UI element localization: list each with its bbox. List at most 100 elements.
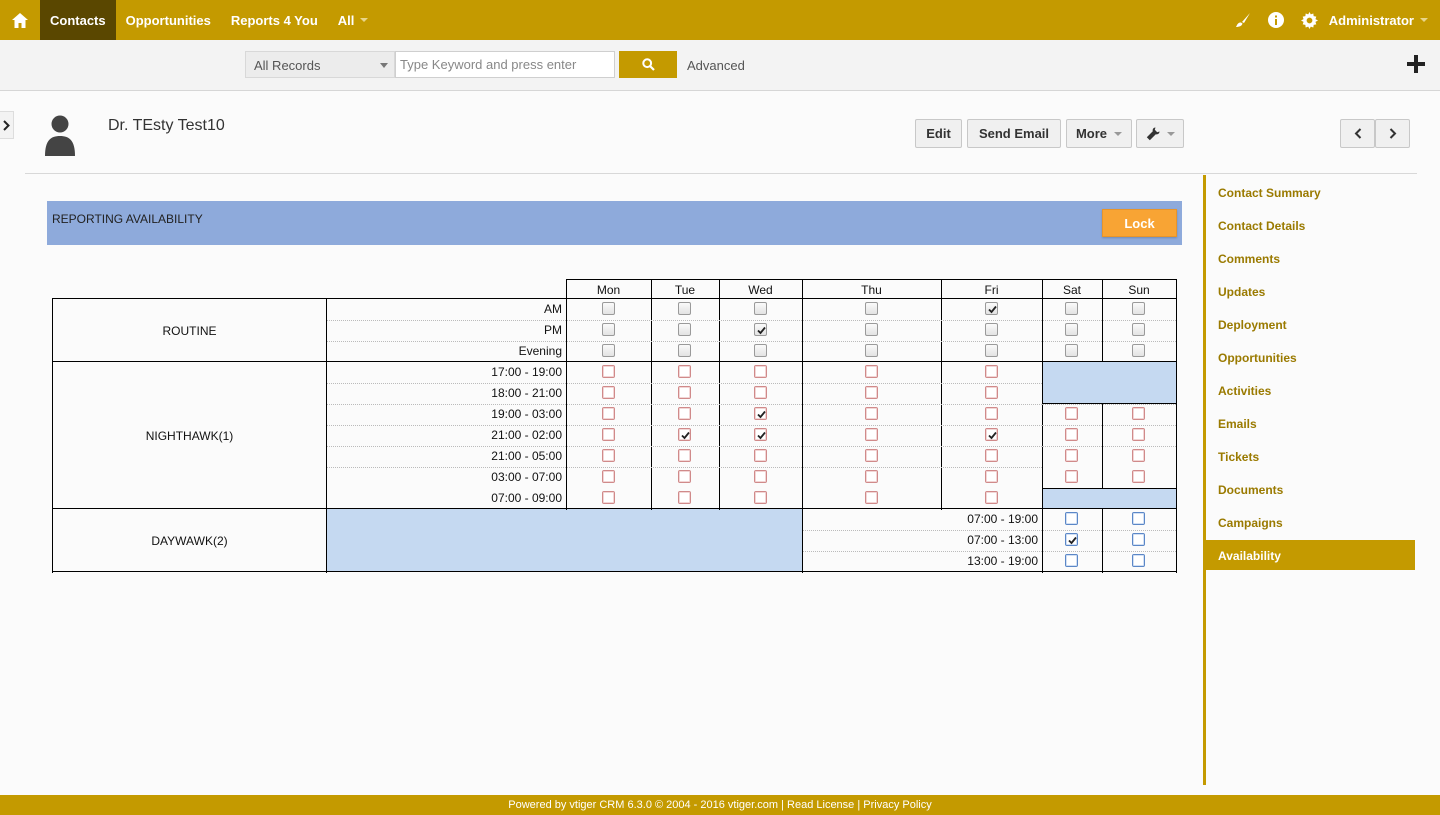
availability-checkbox[interactable]: [602, 344, 615, 357]
sidebar-item-opportunities[interactable]: Opportunities: [1218, 351, 1297, 365]
sidebar-item-tickets[interactable]: Tickets: [1218, 450, 1259, 464]
availability-checkbox[interactable]: [1132, 323, 1145, 336]
sidebar-item-emails[interactable]: Emails: [1218, 417, 1257, 431]
home-icon[interactable]: [0, 0, 40, 40]
availability-checkbox[interactable]: [754, 302, 767, 315]
availability-checkbox[interactable]: [602, 449, 615, 462]
availability-checkbox[interactable]: [678, 344, 691, 357]
availability-checkbox[interactable]: [678, 365, 691, 378]
availability-checkbox[interactable]: [985, 386, 998, 399]
availability-checkbox[interactable]: [1065, 449, 1078, 462]
next-record-button[interactable]: [1375, 119, 1410, 148]
search-filter-select[interactable]: All Records: [245, 51, 395, 78]
search-button[interactable]: [619, 51, 677, 78]
availability-checkbox[interactable]: [985, 491, 998, 504]
availability-checkbox[interactable]: [754, 428, 767, 441]
availability-checkbox[interactable]: [865, 407, 878, 420]
sidebar-item-updates[interactable]: Updates: [1218, 285, 1265, 299]
availability-checkbox[interactable]: [1132, 470, 1145, 483]
availability-checkbox[interactable]: [865, 365, 878, 378]
lock-button[interactable]: Lock: [1102, 209, 1177, 237]
sidebar-toggle[interactable]: [0, 111, 14, 139]
availability-checkbox[interactable]: [985, 407, 998, 420]
previous-record-button[interactable]: [1340, 119, 1375, 148]
availability-checkbox[interactable]: [754, 491, 767, 504]
plus-icon[interactable]: [1406, 54, 1426, 74]
availability-checkbox[interactable]: [865, 323, 878, 336]
availability-checkbox[interactable]: [1065, 512, 1078, 525]
availability-checkbox[interactable]: [754, 386, 767, 399]
availability-checkbox[interactable]: [1132, 344, 1145, 357]
availability-checkbox[interactable]: [678, 386, 691, 399]
search-input[interactable]: [395, 51, 615, 78]
availability-checkbox[interactable]: [754, 365, 767, 378]
sidebar-item-deployment[interactable]: Deployment: [1218, 318, 1287, 332]
availability-checkbox[interactable]: [678, 491, 691, 504]
info-icon[interactable]: [1260, 0, 1293, 40]
availability-checkbox[interactable]: [1132, 428, 1145, 441]
availability-checkbox[interactable]: [985, 344, 998, 357]
availability-checkbox[interactable]: [1065, 554, 1078, 567]
availability-checkbox[interactable]: [754, 470, 767, 483]
availability-checkbox[interactable]: [602, 470, 615, 483]
sidebar-item-availability[interactable]: Availability: [1206, 540, 1415, 570]
edit-button[interactable]: Edit: [915, 119, 962, 148]
availability-checkbox[interactable]: [985, 365, 998, 378]
availability-checkbox[interactable]: [1065, 407, 1078, 420]
availability-checkbox[interactable]: [1132, 449, 1145, 462]
advanced-search-link[interactable]: Advanced: [687, 58, 745, 73]
availability-checkbox[interactable]: [985, 323, 998, 336]
availability-checkbox[interactable]: [754, 344, 767, 357]
sidebar-item-contact-summary[interactable]: Contact Summary: [1218, 186, 1321, 200]
availability-checkbox[interactable]: [1065, 470, 1078, 483]
sidebar-item-activities[interactable]: Activities: [1218, 384, 1271, 398]
availability-checkbox[interactable]: [602, 491, 615, 504]
availability-checkbox[interactable]: [602, 302, 615, 315]
availability-checkbox[interactable]: [1065, 344, 1078, 357]
sidebar-item-comments[interactable]: Comments: [1218, 252, 1280, 266]
availability-checkbox[interactable]: [1132, 512, 1145, 525]
availability-checkbox[interactable]: [678, 470, 691, 483]
availability-checkbox[interactable]: [602, 365, 615, 378]
availability-checkbox[interactable]: [1065, 428, 1078, 441]
availability-checkbox[interactable]: [1132, 533, 1145, 546]
availability-checkbox[interactable]: [678, 323, 691, 336]
availability-checkbox[interactable]: [865, 386, 878, 399]
availability-checkbox[interactable]: [865, 302, 878, 315]
availability-checkbox[interactable]: [865, 344, 878, 357]
tools-button[interactable]: [1136, 119, 1184, 148]
availability-checkbox[interactable]: [1132, 302, 1145, 315]
availability-checkbox[interactable]: [602, 386, 615, 399]
availability-checkbox[interactable]: [1065, 302, 1078, 315]
nav-all-menu[interactable]: All: [328, 0, 379, 40]
sidebar-item-campaigns[interactable]: Campaigns: [1218, 516, 1283, 530]
availability-checkbox[interactable]: [865, 470, 878, 483]
more-button[interactable]: More: [1066, 119, 1132, 148]
availability-checkbox[interactable]: [985, 449, 998, 462]
availability-checkbox[interactable]: [754, 449, 767, 462]
availability-checkbox[interactable]: [865, 491, 878, 504]
availability-checkbox[interactable]: [678, 428, 691, 441]
user-menu[interactable]: Administrator: [1326, 13, 1440, 28]
availability-checkbox[interactable]: [602, 428, 615, 441]
nav-reports4you[interactable]: Reports 4 You: [221, 0, 328, 40]
availability-checkbox[interactable]: [985, 428, 998, 441]
availability-checkbox[interactable]: [602, 323, 615, 336]
availability-checkbox[interactable]: [1065, 323, 1078, 336]
availability-checkbox[interactable]: [678, 449, 691, 462]
availability-checkbox[interactable]: [754, 323, 767, 336]
availability-checkbox[interactable]: [678, 407, 691, 420]
availability-checkbox[interactable]: [754, 407, 767, 420]
sidebar-item-documents[interactable]: Documents: [1218, 483, 1283, 497]
availability-checkbox[interactable]: [678, 302, 691, 315]
nav-contacts[interactable]: Contacts: [40, 0, 116, 40]
availability-checkbox[interactable]: [865, 449, 878, 462]
brush-icon[interactable]: [1227, 0, 1260, 40]
availability-checkbox[interactable]: [865, 428, 878, 441]
availability-checkbox[interactable]: [1065, 533, 1078, 546]
availability-checkbox[interactable]: [1132, 407, 1145, 420]
gear-icon[interactable]: [1293, 0, 1326, 40]
availability-checkbox[interactable]: [602, 407, 615, 420]
availability-checkbox[interactable]: [1132, 554, 1145, 567]
nav-opportunities[interactable]: Opportunities: [116, 0, 221, 40]
